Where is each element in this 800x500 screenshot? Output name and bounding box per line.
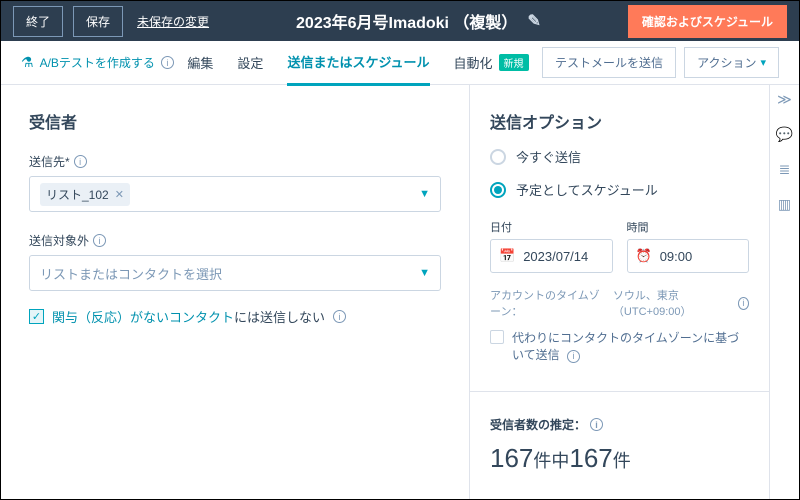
tab-automation[interactable]: 自動化 新規 <box>454 40 529 86</box>
time-col: 時間 ⏰ 09:00 <box>627 207 750 273</box>
schedule-label: 予定としてスケジュール <box>516 180 658 199</box>
estimate-unit2: 件 <box>613 451 631 471</box>
send-options-heading: 送信オプション <box>490 109 749 133</box>
timezone-text: アカウントのタイムゾーン： ソウル、東京（UTC+09:00） i <box>490 287 749 319</box>
radio-schedule[interactable]: 予定としてスケジュール <box>490 180 749 199</box>
top-bar: 終了 保存 未保存の変更 2023年6月号Imadoki （複製） ✎ 確認およ… <box>1 1 799 41</box>
send-options-panel: 送信オプション 今すぐ送信 予定としてスケジュール 日付 📅 2023/07/1… <box>469 85 769 499</box>
chip-label: リスト_102 <box>46 186 109 203</box>
tz-prefix: アカウントのタイムゾーン： <box>490 287 609 319</box>
tab-send-or-schedule[interactable]: 送信またはスケジュール <box>287 40 429 86</box>
time-input[interactable]: ⏰ 09:00 <box>627 239 750 273</box>
exclude-label: 送信対象外 i <box>29 232 441 249</box>
estimate-total: 167 <box>490 443 533 473</box>
chevron-down-icon: ▼ <box>419 188 430 200</box>
tab-settings[interactable]: 設定 <box>237 40 263 86</box>
contact-tz-text: 代わりにコンタクトのタイムゾーンに基づいて送信 <box>512 331 739 362</box>
estimate-label-text: 受信者数の推定： <box>490 416 586 433</box>
info-icon[interactable]: i <box>590 418 603 431</box>
time-label: 時間 <box>627 219 750 235</box>
chevron-down-icon: ▾ <box>760 56 766 69</box>
title-text: 2023年6月号Imadoki （複製） <box>296 9 517 33</box>
tab-automation-label: 自動化 <box>454 53 493 72</box>
exclude-label-text: 送信対象外 <box>29 232 89 249</box>
clock-icon: ⏰ <box>636 248 652 264</box>
list-icon[interactable]: ≣ <box>779 161 791 178</box>
info-icon[interactable]: i <box>74 155 87 168</box>
chevron-down-icon: ▼ <box>419 267 430 279</box>
recipients-heading: 受信者 <box>29 109 441 133</box>
info-icon[interactable]: i <box>738 297 749 310</box>
tab-edit[interactable]: 編集 <box>187 40 213 86</box>
exit-button[interactable]: 終了 <box>13 6 63 37</box>
info-icon[interactable]: i <box>93 234 106 247</box>
time-value: 09:00 <box>660 249 693 264</box>
confirm-schedule-button[interactable]: 確認およびスケジュール <box>628 5 787 38</box>
tabbar-actions: テストメールを送信 アクション ▾ <box>542 47 779 78</box>
flask-icon: ⚗ <box>21 54 34 71</box>
checkbox-checked-icon: ✓ <box>29 309 44 324</box>
send-test-mail-button[interactable]: テストメールを送信 <box>542 47 676 78</box>
tz-value: ソウル、東京（UTC+09:00） <box>613 287 734 319</box>
unengaged-text: 関与（反応）がないコンタクトには送信しない <box>52 307 325 326</box>
send-to-label-text: 送信先* <box>29 153 70 170</box>
remove-chip-icon[interactable]: ✕ <box>115 188 124 201</box>
info-icon[interactable]: i <box>161 56 174 69</box>
radio-selected-icon <box>490 182 506 198</box>
contact-tz-checkbox-row[interactable]: 代わりにコンタクトのタイムゾーンに基づいて送信 i <box>490 329 749 363</box>
radio-icon <box>490 149 506 165</box>
estimate-unit1: 件中 <box>533 451 569 471</box>
radio-send-now[interactable]: 今すぐ送信 <box>490 147 749 166</box>
save-button[interactable]: 保存 <box>73 6 123 37</box>
date-col: 日付 📅 2023/07/14 <box>490 207 613 273</box>
send-to-select[interactable]: リスト_102 ✕ ▼ <box>29 176 441 212</box>
unengaged-checkbox-row[interactable]: ✓ 関与（反応）がないコンタクトには送信しない i <box>29 307 441 326</box>
send-now-label: 今すぐ送信 <box>516 147 581 166</box>
checkbox-empty-icon <box>490 330 504 344</box>
collapse-rail-icon[interactable]: ≫ <box>777 91 792 108</box>
divider <box>470 391 769 392</box>
estimate-label: 受信者数の推定： i <box>490 416 749 433</box>
edit-title-icon[interactable]: ✎ <box>527 11 540 31</box>
actions-dropdown[interactable]: アクション ▾ <box>684 47 779 78</box>
date-value: 2023/07/14 <box>523 249 588 264</box>
recipients-panel: 受信者 送信先* i リスト_102 ✕ ▼ 送信対象外 i リストまたはコンタ… <box>1 85 469 499</box>
calendar-rail-icon[interactable]: ▥ <box>778 196 791 213</box>
date-label: 日付 <box>490 219 613 235</box>
new-badge: 新規 <box>499 54 529 71</box>
actions-label: アクション <box>697 54 756 71</box>
ab-label: A/Bテストを作成する <box>40 54 155 71</box>
unengaged-suffix: には送信しない <box>234 310 325 325</box>
date-input[interactable]: 📅 2023/07/14 <box>490 239 613 273</box>
right-rail: ≫ 💬 ≣ ▥ <box>769 85 799 499</box>
send-to-label: 送信先* i <box>29 153 441 170</box>
recipient-chip: リスト_102 ✕ <box>40 183 130 206</box>
info-icon[interactable]: i <box>567 350 580 363</box>
datetime-row: 日付 📅 2023/07/14 時間 ⏰ 09:00 <box>490 207 749 273</box>
comment-icon[interactable]: 💬 <box>776 126 793 143</box>
info-icon[interactable]: i <box>333 310 346 323</box>
exclude-select[interactable]: リストまたはコンタクトを選択 ▼ <box>29 255 441 291</box>
tab-bar: ⚗ A/Bテストを作成する i 編集 設定 送信またはスケジュール 自動化 新規… <box>1 41 799 85</box>
contact-tz-label: 代わりにコンタクトのタイムゾーンに基づいて送信 i <box>512 329 749 363</box>
unengaged-link: 関与（反応）がないコンタクト <box>52 310 234 325</box>
calendar-icon: 📅 <box>499 248 515 264</box>
page-title: 2023年6月号Imadoki （複製） ✎ <box>296 9 541 33</box>
exclude-placeholder: リストまたはコンタクトを選択 <box>40 264 222 283</box>
estimate-selected: 167 <box>569 443 612 473</box>
unsaved-changes-link[interactable]: 未保存の変更 <box>137 13 209 30</box>
create-ab-test-link[interactable]: ⚗ A/Bテストを作成する i <box>21 54 174 71</box>
tabs: 編集 設定 送信またはスケジュール 自動化 新規 <box>187 40 528 86</box>
main-area: 受信者 送信先* i リスト_102 ✕ ▼ 送信対象外 i リストまたはコンタ… <box>1 85 799 499</box>
estimate-value: 167件中167件 <box>490 443 749 474</box>
